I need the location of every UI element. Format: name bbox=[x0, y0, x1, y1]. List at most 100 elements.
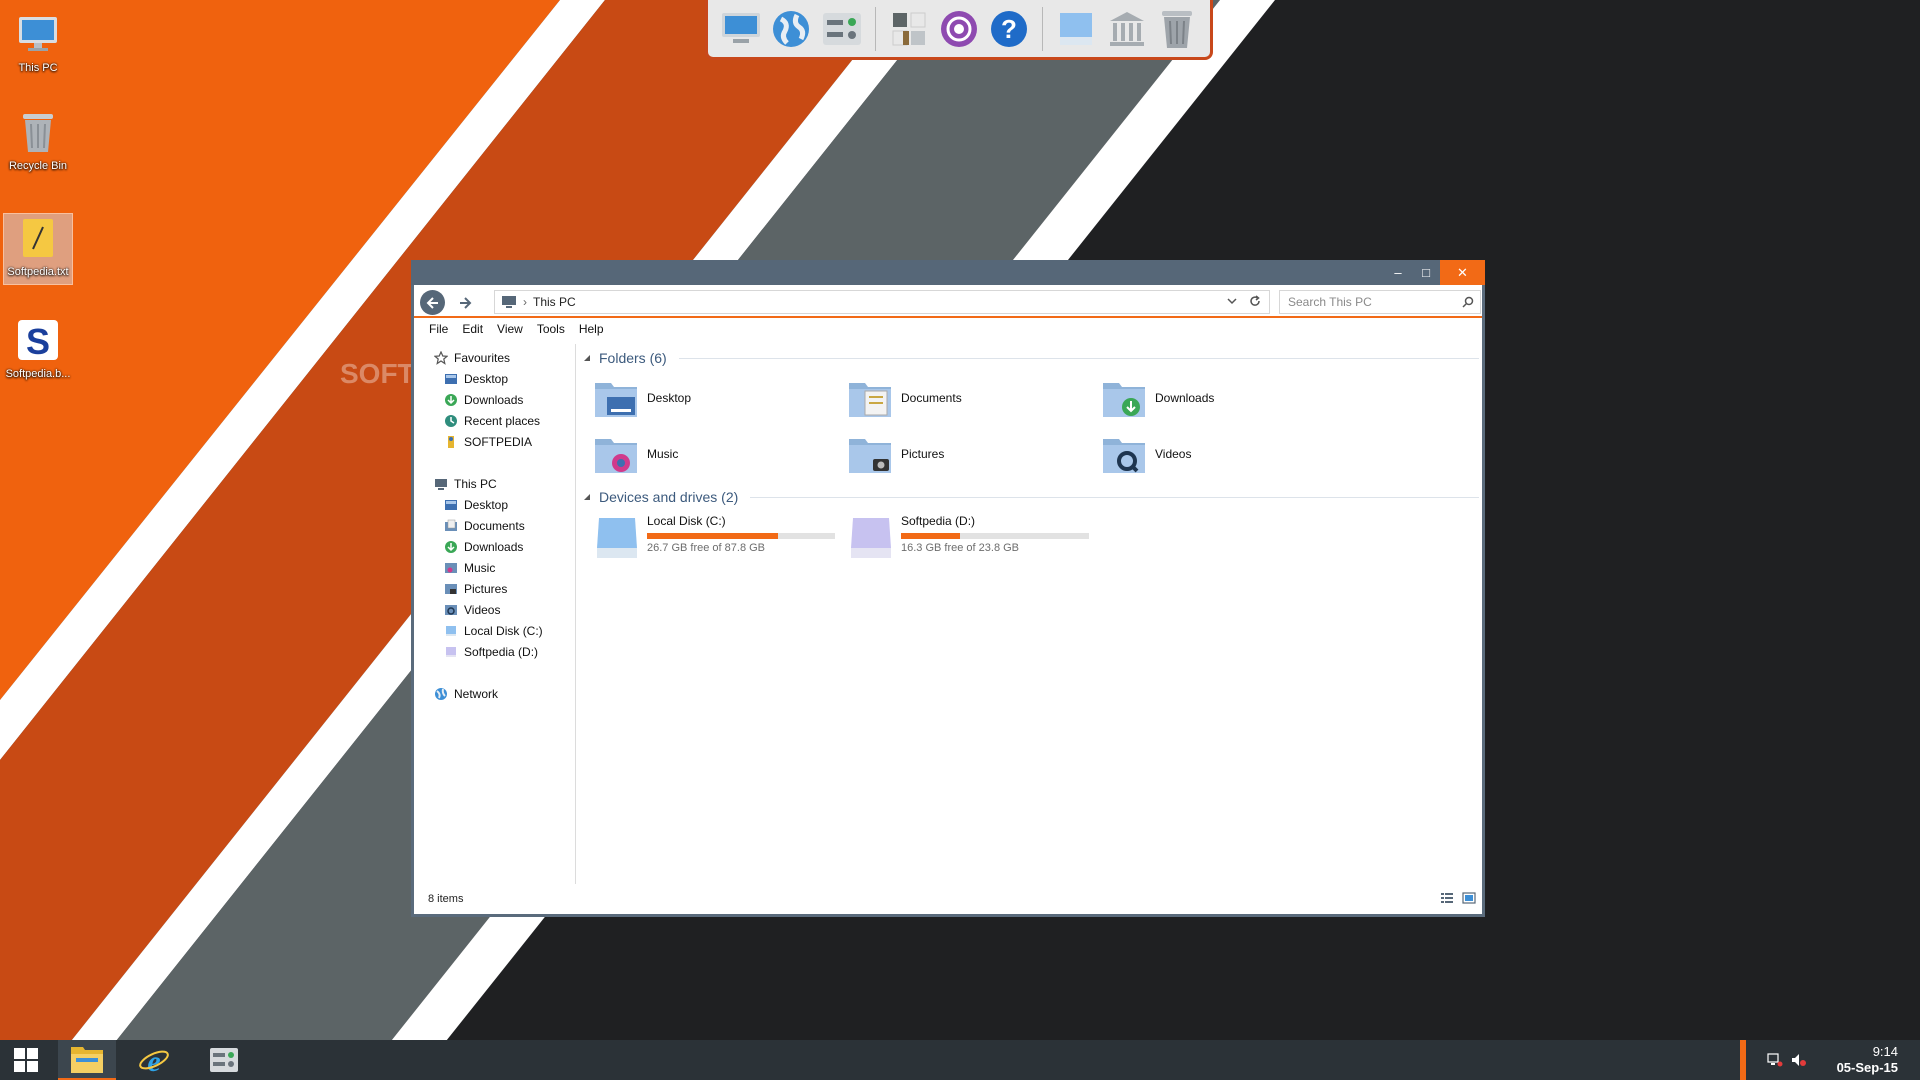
desktop-icon-recycle-bin[interactable]: Recycle Bin bbox=[4, 108, 72, 182]
desktop-folder-icon bbox=[445, 374, 457, 384]
menu-edit[interactable]: Edit bbox=[455, 322, 490, 336]
pictures-folder-icon bbox=[849, 439, 891, 473]
nav-pc-softpedia-drive[interactable]: Softpedia (D:) bbox=[444, 642, 538, 662]
nav-label: Desktop bbox=[464, 498, 509, 512]
nav-pc-music[interactable]: Music bbox=[444, 558, 495, 578]
download-icon bbox=[445, 541, 457, 553]
volume-muted-icon[interactable] bbox=[1791, 1053, 1807, 1070]
search-input[interactable] bbox=[1288, 295, 1458, 309]
desktop-icon-label: This PC bbox=[18, 62, 58, 74]
library-icon[interactable] bbox=[1106, 7, 1148, 51]
folders-group-header[interactable]: Folders (6) bbox=[583, 348, 1479, 368]
nav-pc-desktop[interactable]: Desktop bbox=[444, 495, 508, 515]
home-icon[interactable] bbox=[888, 7, 930, 51]
taskbar: e 9:14 05-Sep-15 bbox=[0, 1040, 1920, 1080]
divider bbox=[750, 496, 1479, 498]
folder-pictures[interactable]: Pictures bbox=[847, 430, 1087, 478]
recycle-bin-icon bbox=[14, 108, 62, 156]
taskbar-file-explorer[interactable] bbox=[58, 1040, 116, 1080]
nav-fav-desktop[interactable]: Desktop bbox=[444, 369, 508, 389]
desktop-icon-softpedia-shortcut[interactable]: S Softpedia.b... bbox=[4, 316, 72, 386]
globe-icon[interactable] bbox=[770, 7, 812, 51]
dock-separator bbox=[1042, 6, 1044, 51]
network-tray-icon[interactable] bbox=[1767, 1053, 1783, 1070]
nav-pc-videos[interactable]: Videos bbox=[444, 600, 500, 620]
monitor-icon[interactable] bbox=[720, 7, 762, 51]
nav-label: Pictures bbox=[464, 582, 508, 596]
nav-network[interactable]: Network bbox=[434, 684, 498, 704]
details-view-icon[interactable] bbox=[1440, 892, 1454, 907]
star-icon bbox=[434, 351, 448, 365]
folder-music[interactable]: Music bbox=[593, 430, 833, 478]
menu-help[interactable]: Help bbox=[572, 322, 611, 336]
watermark-text: SOFT bbox=[340, 358, 415, 389]
nav-pc-downloads[interactable]: Downloads bbox=[444, 537, 523, 557]
folder-desktop[interactable]: Desktop bbox=[593, 374, 833, 422]
music-folder-icon bbox=[595, 439, 637, 473]
control-panel-icon bbox=[210, 1048, 238, 1072]
large-icons-view-icon[interactable] bbox=[1462, 892, 1476, 907]
nav-fav-downloads[interactable]: Downloads bbox=[444, 390, 523, 410]
clock-date: 05-Sep-15 bbox=[1836, 1060, 1898, 1075]
forward-button[interactable] bbox=[452, 290, 477, 315]
drives-group-header[interactable]: Devices and drives (2) bbox=[583, 487, 1479, 507]
nav-label: SOFTPEDIA bbox=[464, 435, 533, 449]
downloads-folder-icon bbox=[1103, 383, 1145, 417]
help-icon[interactable]: ? bbox=[988, 7, 1030, 51]
control-panel-icon[interactable] bbox=[820, 7, 862, 51]
nav-fav-softpedia[interactable]: SOFTPEDIA bbox=[444, 432, 532, 452]
nav-label: Videos bbox=[464, 603, 501, 617]
taskbar-control-panel[interactable] bbox=[198, 1040, 250, 1080]
drive-free-space: 16.3 GB free of 23.8 GB bbox=[901, 542, 1020, 554]
search-box[interactable] bbox=[1279, 290, 1481, 314]
minimize-button[interactable]: – bbox=[1384, 260, 1412, 285]
folder-videos[interactable]: Videos bbox=[1101, 430, 1341, 478]
nav-label: Softpedia (D:) bbox=[464, 645, 539, 659]
taskbar-internet-explorer[interactable]: e bbox=[128, 1040, 180, 1080]
svg-text:S: S bbox=[26, 321, 50, 362]
folder-downloads[interactable]: Downloads bbox=[1101, 374, 1341, 422]
drive-softpedia-d[interactable]: Softpedia (D:) 16.3 GB free of 23.8 GB bbox=[849, 514, 1099, 566]
trash-icon[interactable] bbox=[1156, 7, 1198, 51]
svg-text:?: ? bbox=[1001, 14, 1017, 44]
path-field[interactable]: › This PC bbox=[494, 290, 1270, 314]
desktop-icon-this-pc[interactable]: This PC bbox=[4, 10, 72, 80]
menu-view[interactable]: View bbox=[490, 322, 530, 336]
system-clock[interactable]: 9:14 05-Sep-15 bbox=[1837, 1044, 1898, 1076]
dock-bar: ? bbox=[705, 0, 1213, 60]
close-button[interactable]: ✕ bbox=[1440, 260, 1485, 285]
drive-usage-fill bbox=[901, 533, 961, 539]
desktop-folder-icon bbox=[445, 500, 457, 510]
download-icon bbox=[445, 394, 457, 406]
title-bar[interactable]: – □ ✕ bbox=[411, 260, 1485, 285]
breadcrumb-separator: › bbox=[523, 295, 527, 309]
menu-file[interactable]: File bbox=[422, 322, 455, 336]
nav-pc-pictures[interactable]: Pictures bbox=[444, 579, 507, 599]
status-bar: 8 items bbox=[414, 884, 1482, 914]
arrow-left-icon bbox=[426, 296, 438, 309]
menu-tools[interactable]: Tools bbox=[530, 322, 572, 336]
nav-fav-recent-places[interactable]: Recent places bbox=[444, 411, 540, 431]
search-icon[interactable] bbox=[1462, 296, 1474, 311]
item-count: 8 items bbox=[428, 893, 464, 905]
nav-this-pc[interactable]: This PC bbox=[434, 474, 497, 494]
breadcrumb-this-pc[interactable]: This PC bbox=[533, 295, 576, 309]
dock-separator bbox=[874, 6, 876, 51]
drive-free-space: 26.7 GB free of 87.8 GB bbox=[647, 542, 766, 554]
desktop-icon-softpedia-txt[interactable]: Softpedia.txt bbox=[3, 213, 73, 285]
refresh-icon[interactable] bbox=[1249, 295, 1261, 310]
settings-icon[interactable] bbox=[938, 7, 980, 51]
back-button[interactable] bbox=[420, 290, 445, 315]
folder-documents[interactable]: Documents bbox=[847, 374, 1087, 422]
explorer-window: – □ ✕ › This PC File bbox=[411, 260, 1485, 917]
nav-pc-local-disk[interactable]: Local Disk (C:) bbox=[444, 621, 543, 641]
maximize-button[interactable]: □ bbox=[1412, 260, 1440, 285]
chevron-down-icon[interactable] bbox=[1227, 295, 1237, 309]
divider bbox=[678, 357, 1479, 359]
nav-favourites[interactable]: Favourites bbox=[434, 348, 510, 368]
start-button[interactable] bbox=[0, 1040, 52, 1080]
drive-icon[interactable] bbox=[1055, 7, 1097, 51]
drive-local-disk-c[interactable]: Local Disk (C:) 26.7 GB free of 87.8 GB bbox=[595, 514, 845, 566]
menu-bar: File Edit View Tools Help bbox=[414, 318, 1482, 340]
nav-pc-documents[interactable]: Documents bbox=[444, 516, 525, 536]
